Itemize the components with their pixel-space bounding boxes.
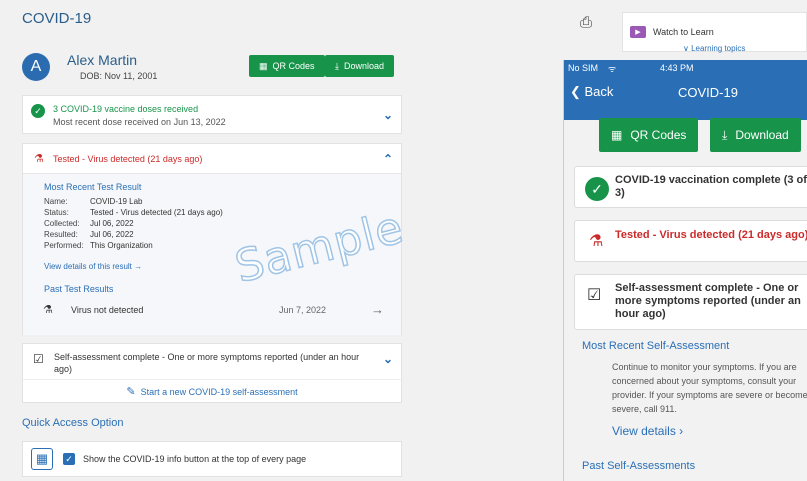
vaccine-card[interactable]: ✓ 3 COVID-19 vaccine doses received Most… — [22, 95, 402, 134]
mobile-download-button[interactable]: ⤓ Download — [710, 118, 801, 152]
info-button-label: Show the COVID-19 info button at the top… — [83, 454, 307, 464]
past-tests-heading: Past Test Results — [44, 284, 114, 294]
carrier-text: No SIM — [568, 63, 599, 73]
watch-to-learn-panel: ▶ Watch to Learn ∨ Learning topics — [622, 12, 807, 53]
mobile-view: No SIM ᯤ 4:43 PM ❮ Back COVID-19 ▦ QR Co… — [563, 60, 807, 481]
edit-icon: ✎ — [126, 386, 136, 398]
flask-icon: ⚗ — [34, 153, 44, 165]
download-label: Download — [343, 61, 385, 71]
clipboard-icon: ☑ — [33, 352, 44, 366]
start-assessment-button[interactable]: ✎ Start a new COVID-19 self-assessment — [23, 379, 401, 403]
back-button[interactable]: ❮ Back — [570, 84, 613, 100]
mobile-recent-heading: Most Recent Self-Assessment — [582, 340, 730, 352]
qr-codes-button[interactable]: ▦ QR Codes — [249, 55, 325, 77]
past-test-row[interactable]: ⚗ Virus not detected Jun 7, 2022 → — [37, 300, 389, 322]
mobile-test-card[interactable]: ⚗ Tested - Virus detected (21 days ago) — [574, 220, 807, 262]
info-row: Performed: This Organization — [44, 241, 153, 250]
mobile-test-title: Tested - Virus detected (21 days ago) — [615, 229, 807, 241]
chevron-down-icon[interactable]: ⌄ — [383, 352, 393, 366]
patient-name: Alex Martin — [67, 52, 138, 68]
flask-icon: ⚗ — [589, 233, 604, 250]
info-row: Status: Tested - Virus detected (21 days … — [44, 208, 223, 217]
mobile-qr-button[interactable]: ▦ QR Codes — [599, 118, 699, 152]
mobile-view-details-link[interactable]: View details › — [612, 424, 683, 438]
info-row: Collected: Jul 06, 2022 — [44, 219, 134, 228]
quick-access-card: ▦ ✓ Show the COVID-19 info button at the… — [22, 441, 402, 477]
quick-access-heading: Quick Access Option — [22, 417, 124, 429]
chevron-up-icon[interactable]: ⌃ — [383, 152, 393, 166]
mobile-title: COVID-19 — [678, 85, 738, 100]
arrow-right-icon: → — [371, 302, 384, 317]
qr-codes-label: QR Codes — [272, 61, 315, 71]
learning-topics-link[interactable]: ∨ Learning topics — [683, 44, 745, 53]
recent-test-heading: Most Recent Test Result — [44, 182, 142, 192]
qr-info-icon: ▦ — [31, 448, 53, 470]
chevron-right-icon: › — [679, 424, 684, 438]
view-result-link[interactable]: View details of this result → — [44, 262, 142, 271]
self-assessment-title: Self-assessment complete - One or more s… — [54, 352, 360, 374]
start-assessment-label: Start a new COVID-19 self-assessment — [140, 386, 298, 397]
check-icon: ✓ — [31, 104, 45, 118]
info-button-checkbox[interactable]: ✓ — [63, 453, 75, 465]
vaccine-title: 3 COVID-19 vaccine doses received — [53, 104, 199, 114]
avatar: A — [22, 53, 50, 81]
mobile-past-heading: Past Self-Assessments — [582, 460, 696, 472]
qr-icon: ▦ — [259, 60, 268, 71]
test-info-rows: Name: COVID-19 Lab Status: Tested - Virus … — [44, 196, 223, 251]
patient-dob: DOB: Nov 11, 2001 — [80, 71, 158, 81]
chevron-down-icon[interactable]: ⌄ — [383, 108, 393, 122]
mobile-vaccine-card[interactable]: ✓ COVID-19 vaccination complete (3 of 3) — [574, 166, 807, 208]
mobile-vaccine-title: COVID-19 vaccination complete (3 of 3) — [615, 174, 807, 199]
download-button[interactable]: ⤓ Download — [325, 55, 395, 77]
flask-icon: ⚗ — [43, 304, 53, 316]
view-details-label: View details — [612, 424, 676, 438]
mobile-self-title: Self-assessment complete - One or more s… — [615, 282, 801, 320]
clock-text: 4:43 PM — [660, 63, 694, 73]
past-test-status: Virus not detected — [71, 305, 144, 315]
mobile-download-label: Download — [735, 128, 789, 142]
test-title: Tested - Virus detected (21 days ago) — [53, 154, 203, 164]
video-icon: ▶ — [630, 26, 646, 38]
print-icon[interactable]: ⎙ — [580, 14, 592, 31]
self-assessment-card: ☑ Self-assessment complete - One or more… — [22, 343, 402, 403]
mobile-qr-label: QR Codes — [630, 128, 687, 142]
past-test-date: Jun 7, 2022 — [279, 305, 327, 315]
download-icon: ⤓ — [722, 127, 728, 142]
info-row: Name: COVID-19 Lab — [44, 197, 143, 206]
mobile-self-card[interactable]: ☑ Self-assessment complete - One or more… — [574, 274, 807, 330]
qr-icon: ▦ — [611, 128, 623, 142]
vaccine-subtitle: Most recent dose received on Jun 13, 202… — [53, 117, 226, 127]
info-row: Resulted: Jul 06, 2022 — [44, 230, 134, 239]
watch-label: Watch to Learn — [653, 27, 714, 37]
wifi-icon: ᯤ — [608, 64, 617, 74]
download-icon: ⤓ — [335, 60, 339, 71]
check-icon: ✓ — [585, 177, 609, 201]
mobile-assessment-body: Continue to monitor your symptoms. If yo… — [612, 362, 807, 414]
clipboard-icon: ☑ — [587, 287, 602, 304]
page-title: COVID-19 — [22, 10, 92, 27]
back-label: Back — [584, 84, 614, 99]
mobile-header: No SIM ᯤ 4:43 PM ❮ Back COVID-19 — [564, 60, 807, 120]
